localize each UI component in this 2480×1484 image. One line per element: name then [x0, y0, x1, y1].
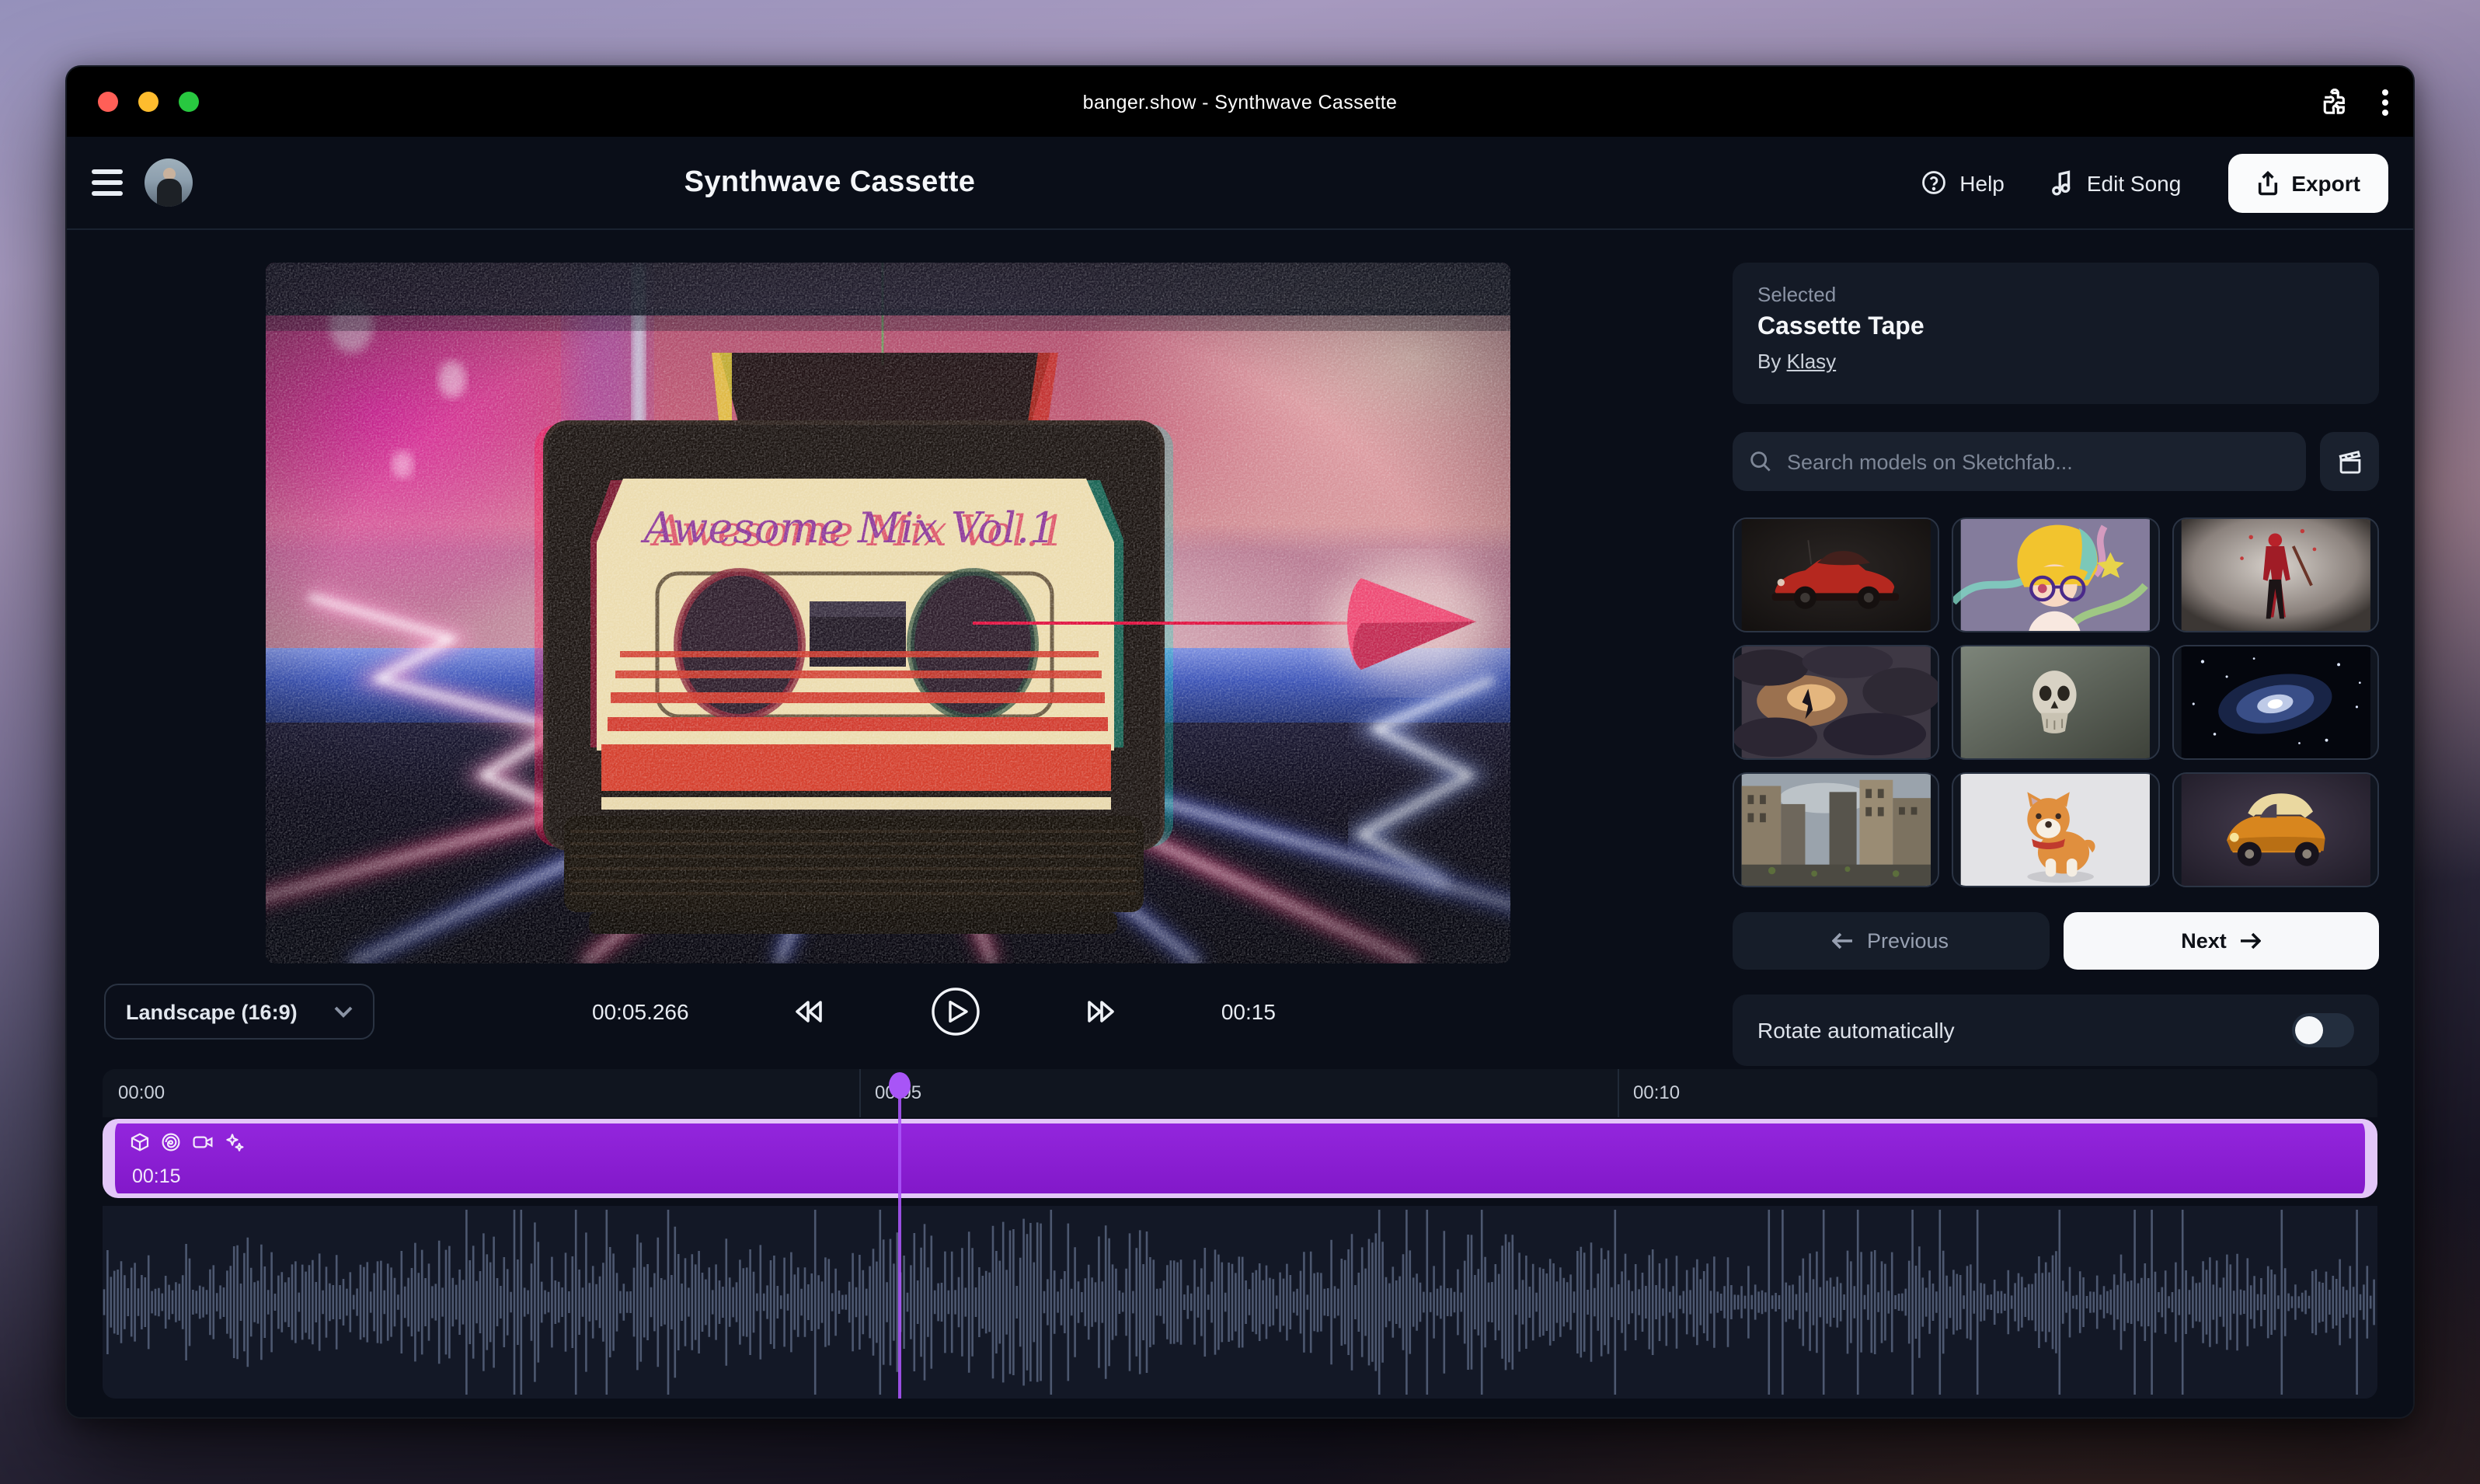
media-library-button[interactable] [2320, 432, 2379, 491]
clapperboard-icon [2336, 448, 2363, 475]
total-duration: 00:15 [1221, 999, 1276, 1024]
model-thumbnail-galaxy[interactable] [2172, 645, 2379, 760]
cube-icon [131, 1133, 149, 1151]
model-thumbnail-abandoned-city[interactable] [1733, 772, 1940, 887]
audio-waveform[interactable] [103, 1206, 2377, 1399]
music-note-icon [2051, 169, 2074, 196]
model-thumbnail-anime-girl[interactable] [1952, 517, 2160, 632]
fast-forward-button[interactable] [1084, 998, 1121, 1026]
toggle-knob [2295, 1016, 2323, 1044]
traffic-lights [67, 92, 199, 112]
selected-model-name: Cassette Tape [1757, 314, 2354, 342]
menu-hamburger-icon[interactable] [92, 169, 123, 196]
window-title: banger.show - Synthwave Cassette [1083, 91, 1398, 113]
extensions-puzzle-icon[interactable] [2322, 89, 2348, 115]
edit-song-button[interactable]: Edit Song [2051, 169, 2181, 196]
ruler-tick-0010: 00:10 [1633, 1082, 1680, 1103]
help-question-icon [1921, 169, 1947, 196]
previous-button[interactable]: Previous [1733, 912, 2049, 970]
titlebar: banger.show - Synthwave Cassette [67, 67, 2413, 137]
app-body: Awesome Mix Vol.1 Awesome Mix Vol.1 [67, 230, 2413, 1419]
current-time: 00:05.266 [592, 999, 689, 1024]
aspect-ratio-dropdown[interactable]: Landscape (16:9) [104, 984, 374, 1040]
author-link[interactable]: Klasy [1787, 350, 1837, 373]
export-button[interactable]: Export [2227, 153, 2388, 212]
model-thumbnail-shiba-dog[interactable] [1952, 772, 2160, 887]
next-button[interactable]: Next [2063, 912, 2379, 970]
minimize-window-button[interactable] [138, 92, 158, 112]
desktop: banger.show - Synthwave Cassette Synthwa… [0, 0, 2480, 1484]
ruler-tick-0000: 00:00 [118, 1082, 165, 1103]
search-icon [1750, 451, 1771, 472]
zoom-window-button[interactable] [179, 92, 199, 112]
arrow-right-icon [2239, 932, 2261, 949]
clip-duration-label: 00:15 [132, 1165, 181, 1187]
help-button[interactable]: Help [1921, 169, 2005, 196]
rotate-setting-card: Rotate automatically [1733, 995, 2379, 1066]
search-input[interactable] [1784, 448, 2289, 475]
export-share-icon [2255, 170, 2279, 195]
project-title: Synthwave Cassette [684, 165, 976, 200]
model-thumbnail-orange-vintage-car[interactable] [2172, 772, 2379, 887]
model-search-box[interactable] [1733, 432, 2306, 491]
sidebar: Selected Cassette Tape By Klasy [1733, 263, 2379, 1066]
arrow-left-icon [1833, 932, 1855, 949]
video-preview-viewport[interactable]: Awesome Mix Vol.1 Awesome Mix Vol.1 [266, 263, 1510, 963]
user-avatar[interactable] [145, 159, 193, 207]
timeline: 00:00 00:05 00:10 [103, 1069, 2377, 1399]
model-thumbnail-red-sports-car[interactable] [1733, 517, 1940, 632]
sparkles-icon [225, 1133, 244, 1151]
chevron-down-icon [334, 1005, 353, 1018]
browser-menu-kebab-icon[interactable] [2382, 88, 2388, 116]
timeline-track: 00:15 [103, 1117, 2377, 1200]
model-attribution: By Klasy [1757, 350, 2354, 373]
close-window-button[interactable] [98, 92, 118, 112]
model-grid [1733, 517, 2379, 887]
selected-model-card: Selected Cassette Tape By Klasy [1733, 263, 2379, 404]
model-thumbnail-red-heroine[interactable] [2172, 517, 2379, 632]
rotate-toggle[interactable] [2292, 1013, 2354, 1047]
rotate-label: Rotate automatically [1757, 1018, 1955, 1043]
model-thumbnail-skull[interactable] [1952, 645, 2160, 760]
selected-label: Selected [1757, 283, 2354, 306]
play-button[interactable] [927, 984, 983, 1040]
scene-clip[interactable]: 00:15 [103, 1119, 2377, 1198]
timeline-ruler[interactable]: 00:00 00:05 00:10 [103, 1069, 2377, 1117]
spiral-icon [162, 1133, 180, 1151]
video-camera-icon [193, 1133, 213, 1151]
rewind-button[interactable] [789, 998, 827, 1026]
model-thumbnail-storm-airship[interactable] [1733, 645, 1940, 760]
app-header: Synthwave Cassette Help Edit Song [67, 137, 2413, 230]
app-window: banger.show - Synthwave Cassette Synthwa… [65, 65, 2415, 1419]
